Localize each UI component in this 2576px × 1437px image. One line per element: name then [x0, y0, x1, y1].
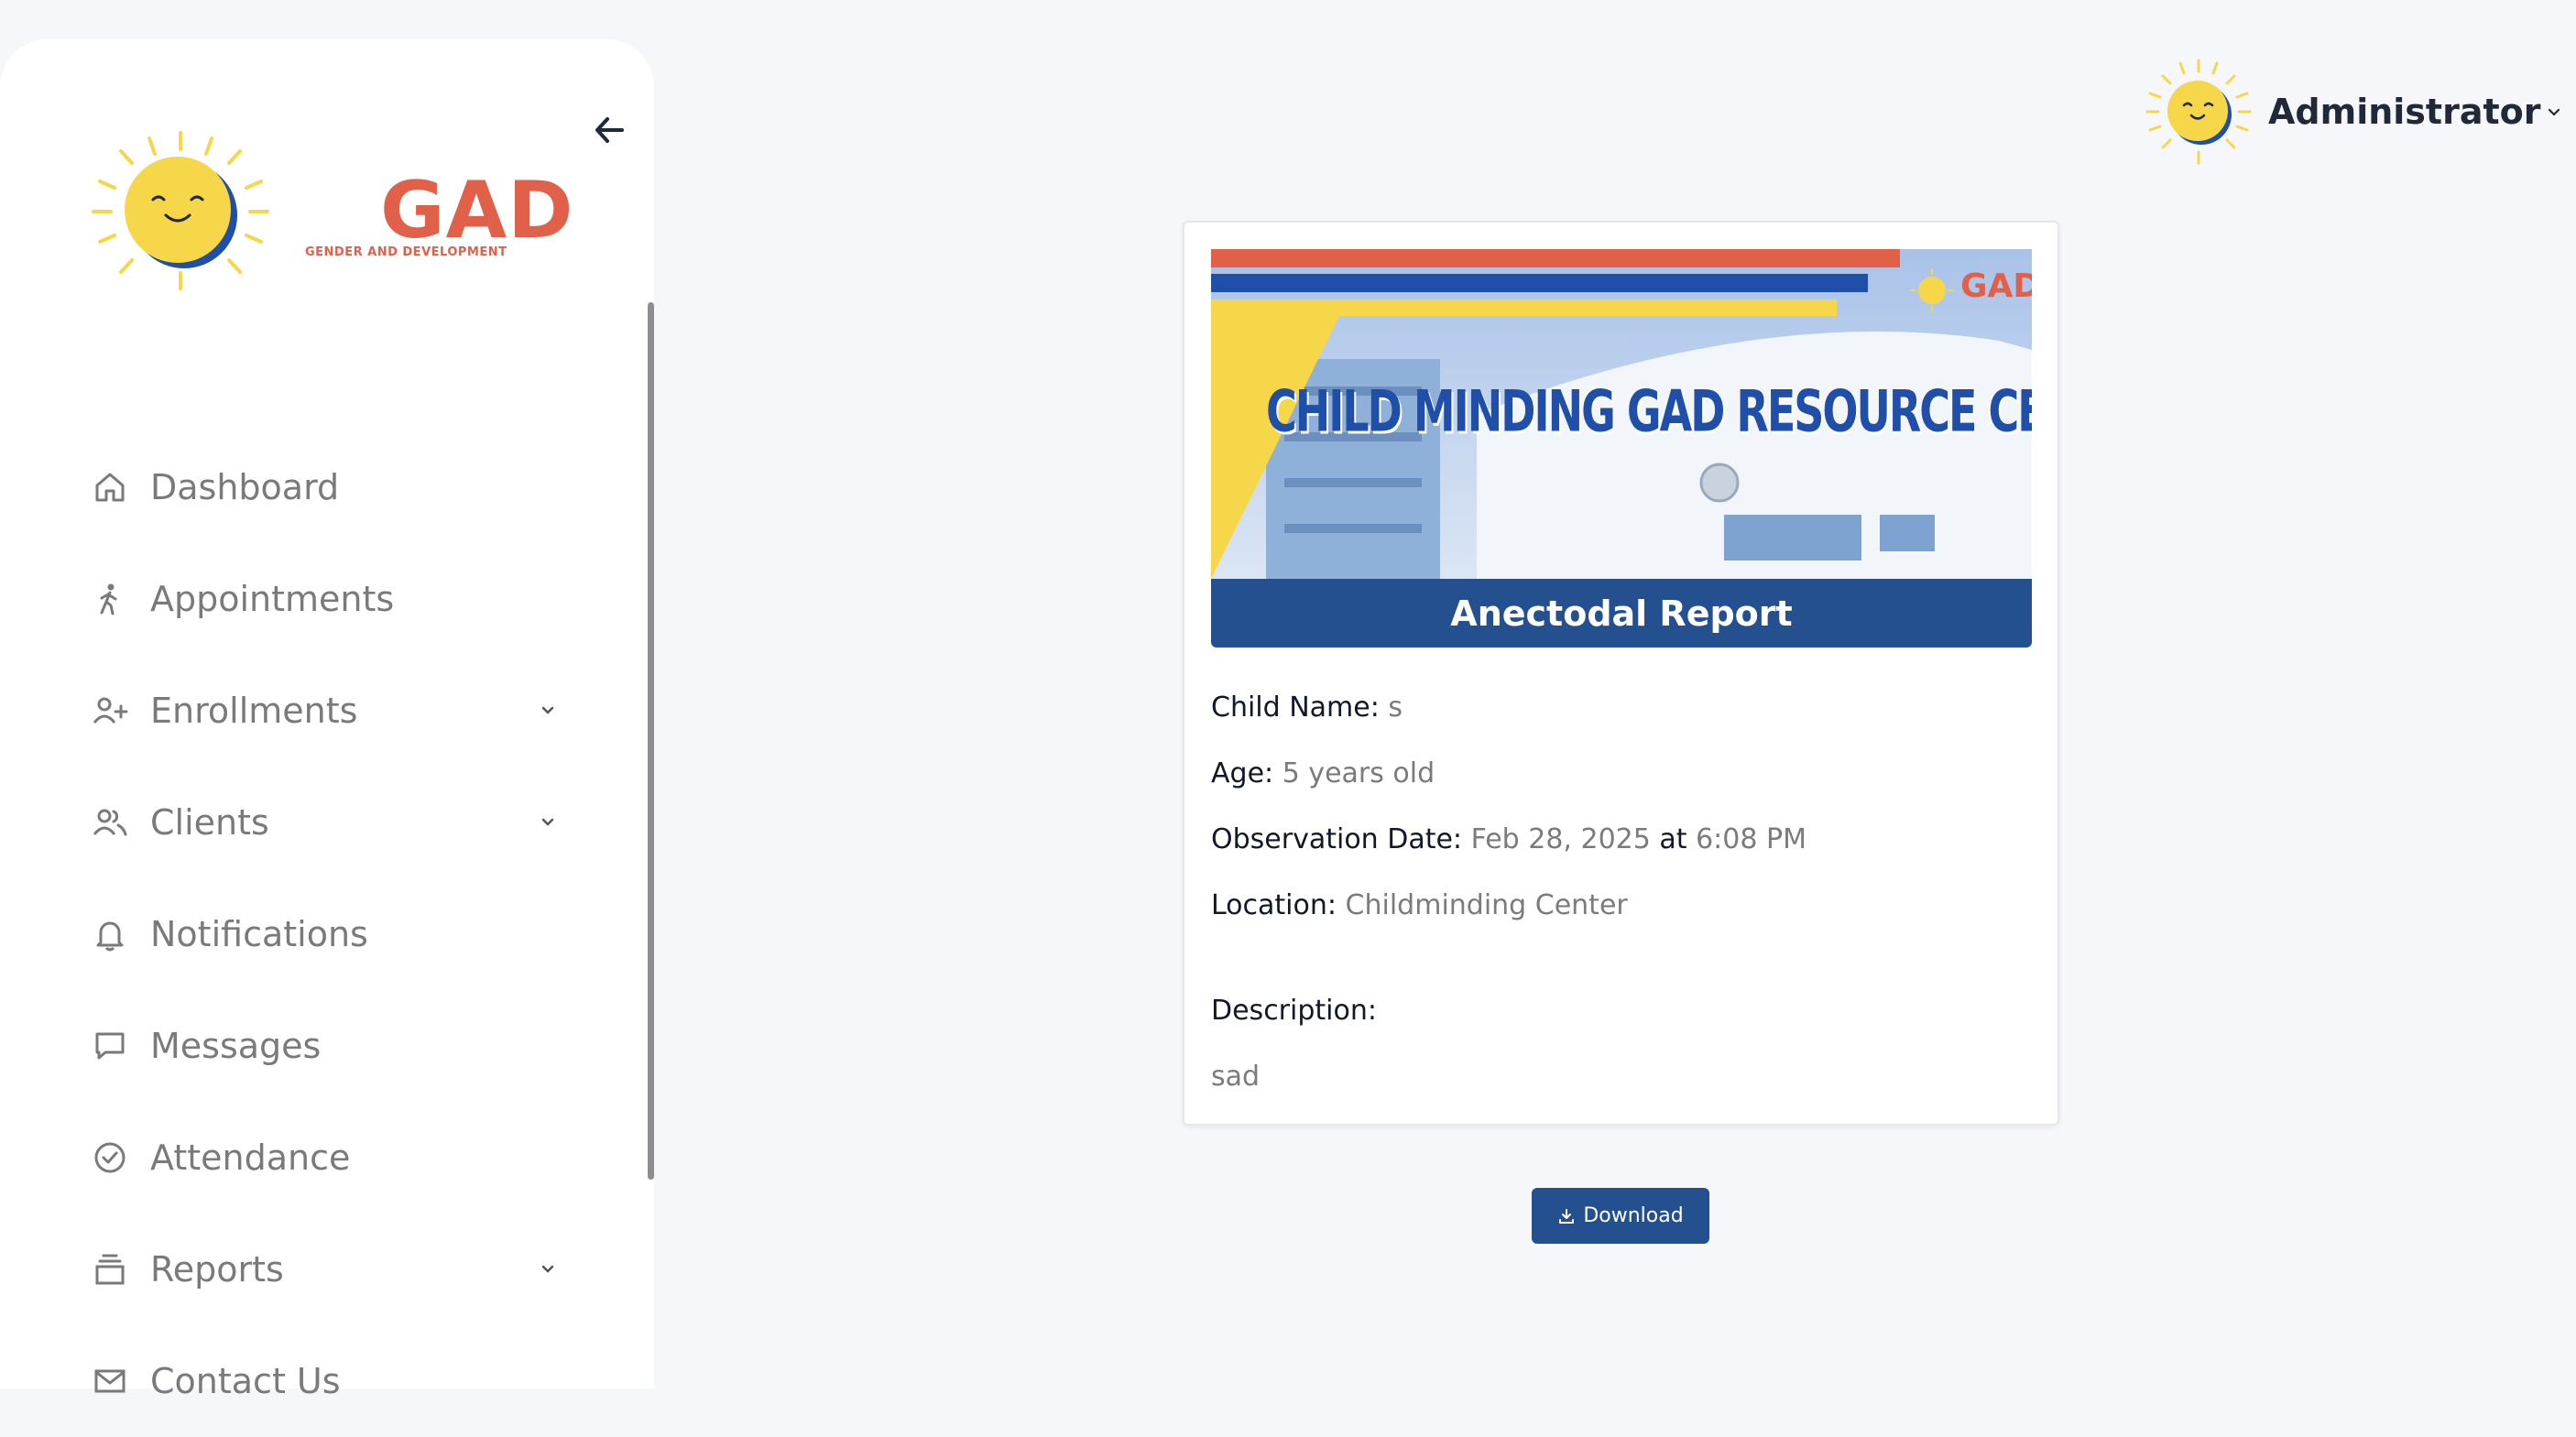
- sidebar-item-dashboard[interactable]: Dashboard: [90, 431, 557, 543]
- sidebar-nav: Dashboard Appointments Enrollments Clien…: [90, 431, 557, 1437]
- observation-date-value: Feb 28, 2025: [1470, 823, 1651, 855]
- user-plus-icon: [90, 691, 130, 731]
- sidebar-item-label: Contact Us: [150, 1361, 341, 1401]
- chevron-down-icon: [2548, 108, 2560, 116]
- report-banner: GAD CHILD MINDING GAD RESOURCE CENTER: [1211, 249, 2032, 579]
- mail-icon: [90, 1361, 130, 1401]
- age-value: 5 years old: [1282, 757, 1435, 789]
- observation-time-value: 6:08 PM: [1696, 823, 1806, 855]
- sidebar-item-notifications[interactable]: Notifications: [90, 878, 557, 990]
- users-icon: [90, 802, 130, 843]
- arrow-left-icon: [595, 117, 624, 143]
- sidebar-item-messages[interactable]: Messages: [90, 990, 557, 1102]
- avatar: [2145, 59, 2252, 165]
- bell-icon: [90, 914, 130, 954]
- check-circle-icon: [90, 1138, 130, 1178]
- download-label: Download: [1583, 1204, 1684, 1227]
- location-value: Childminding Center: [1345, 889, 1628, 921]
- observation-at-text: at: [1659, 823, 1687, 855]
- child-name-label: Child Name:: [1211, 691, 1380, 724]
- description-label: Description:: [1211, 995, 1377, 1027]
- download-icon: [1559, 1208, 1575, 1224]
- sidebar-item-contact-us[interactable]: Contact Us: [90, 1325, 557, 1437]
- person-walking-icon: [90, 579, 130, 619]
- sidebar-item-clients[interactable]: Clients: [90, 767, 557, 878]
- sidebar-item-label: Appointments: [150, 579, 395, 619]
- child-name-value: s: [1388, 691, 1403, 724]
- message-icon: [90, 1026, 130, 1066]
- logo-subtitle: GENDER AND DEVELOPMENT: [305, 245, 508, 259]
- sun-mascot-icon: [92, 131, 269, 290]
- report-title: Anectodal Report: [1211, 579, 2032, 648]
- description-field: sad: [1211, 1061, 1260, 1093]
- sidebar-item-label: Reports: [150, 1249, 284, 1290]
- sidebar-item-attendance[interactable]: Attendance: [90, 1102, 557, 1214]
- sidebar-item-reports[interactable]: Reports: [90, 1214, 557, 1325]
- location-label: Location:: [1211, 889, 1337, 921]
- chevron-down-icon: [541, 818, 554, 826]
- age-label: Age:: [1211, 757, 1274, 789]
- sidebar-item-label: Attendance: [150, 1138, 351, 1178]
- logo-wordmark: GAD: [380, 165, 574, 256]
- observation-date-field: Observation Date: Feb 28, 2025 at 6:08 P…: [1211, 823, 1806, 855]
- observation-date-label: Observation Date:: [1211, 823, 1463, 855]
- location-field: Location: Childminding Center: [1211, 889, 1628, 921]
- banner-logo-text: GAD: [1960, 267, 2032, 305]
- child-name-field: Child Name: s: [1211, 691, 1403, 724]
- sidebar-item-enrollments[interactable]: Enrollments: [90, 655, 557, 767]
- gad-logo: GAD: [89, 131, 573, 291]
- report-card: GAD CHILD MINDING GAD RESOURCE CENTER An…: [1183, 221, 2059, 1126]
- sidebar-item-appointments[interactable]: Appointments: [90, 543, 557, 655]
- age-field: Age: 5 years old: [1211, 757, 1435, 789]
- sidebar-item-label: Enrollments: [150, 691, 358, 731]
- sidebar: GAD GENDER AND DEVELOPMENT Dashboard App…: [0, 39, 654, 1401]
- sidebar-scrollbar[interactable]: [648, 302, 654, 1180]
- sidebar-item-label: Messages: [150, 1026, 322, 1066]
- reports-icon: [90, 1249, 130, 1290]
- description-value: sad: [1211, 1061, 1261, 1093]
- user-menu[interactable]: Administrator: [2145, 57, 2561, 167]
- chevron-down-icon: [541, 706, 554, 714]
- sidebar-item-label: Notifications: [150, 914, 368, 954]
- user-name: Administrator: [2268, 92, 2541, 132]
- home-icon: [90, 467, 130, 507]
- download-button[interactable]: Download: [1532, 1188, 1709, 1244]
- chevron-down-icon: [541, 1265, 554, 1273]
- sidebar-item-label: Dashboard: [150, 467, 340, 507]
- sidebar-item-label: Clients: [150, 802, 269, 843]
- banner-title: CHILD MINDING GAD RESOURCE CENTER: [1266, 377, 2032, 445]
- collapse-sidebar-button[interactable]: [589, 109, 631, 151]
